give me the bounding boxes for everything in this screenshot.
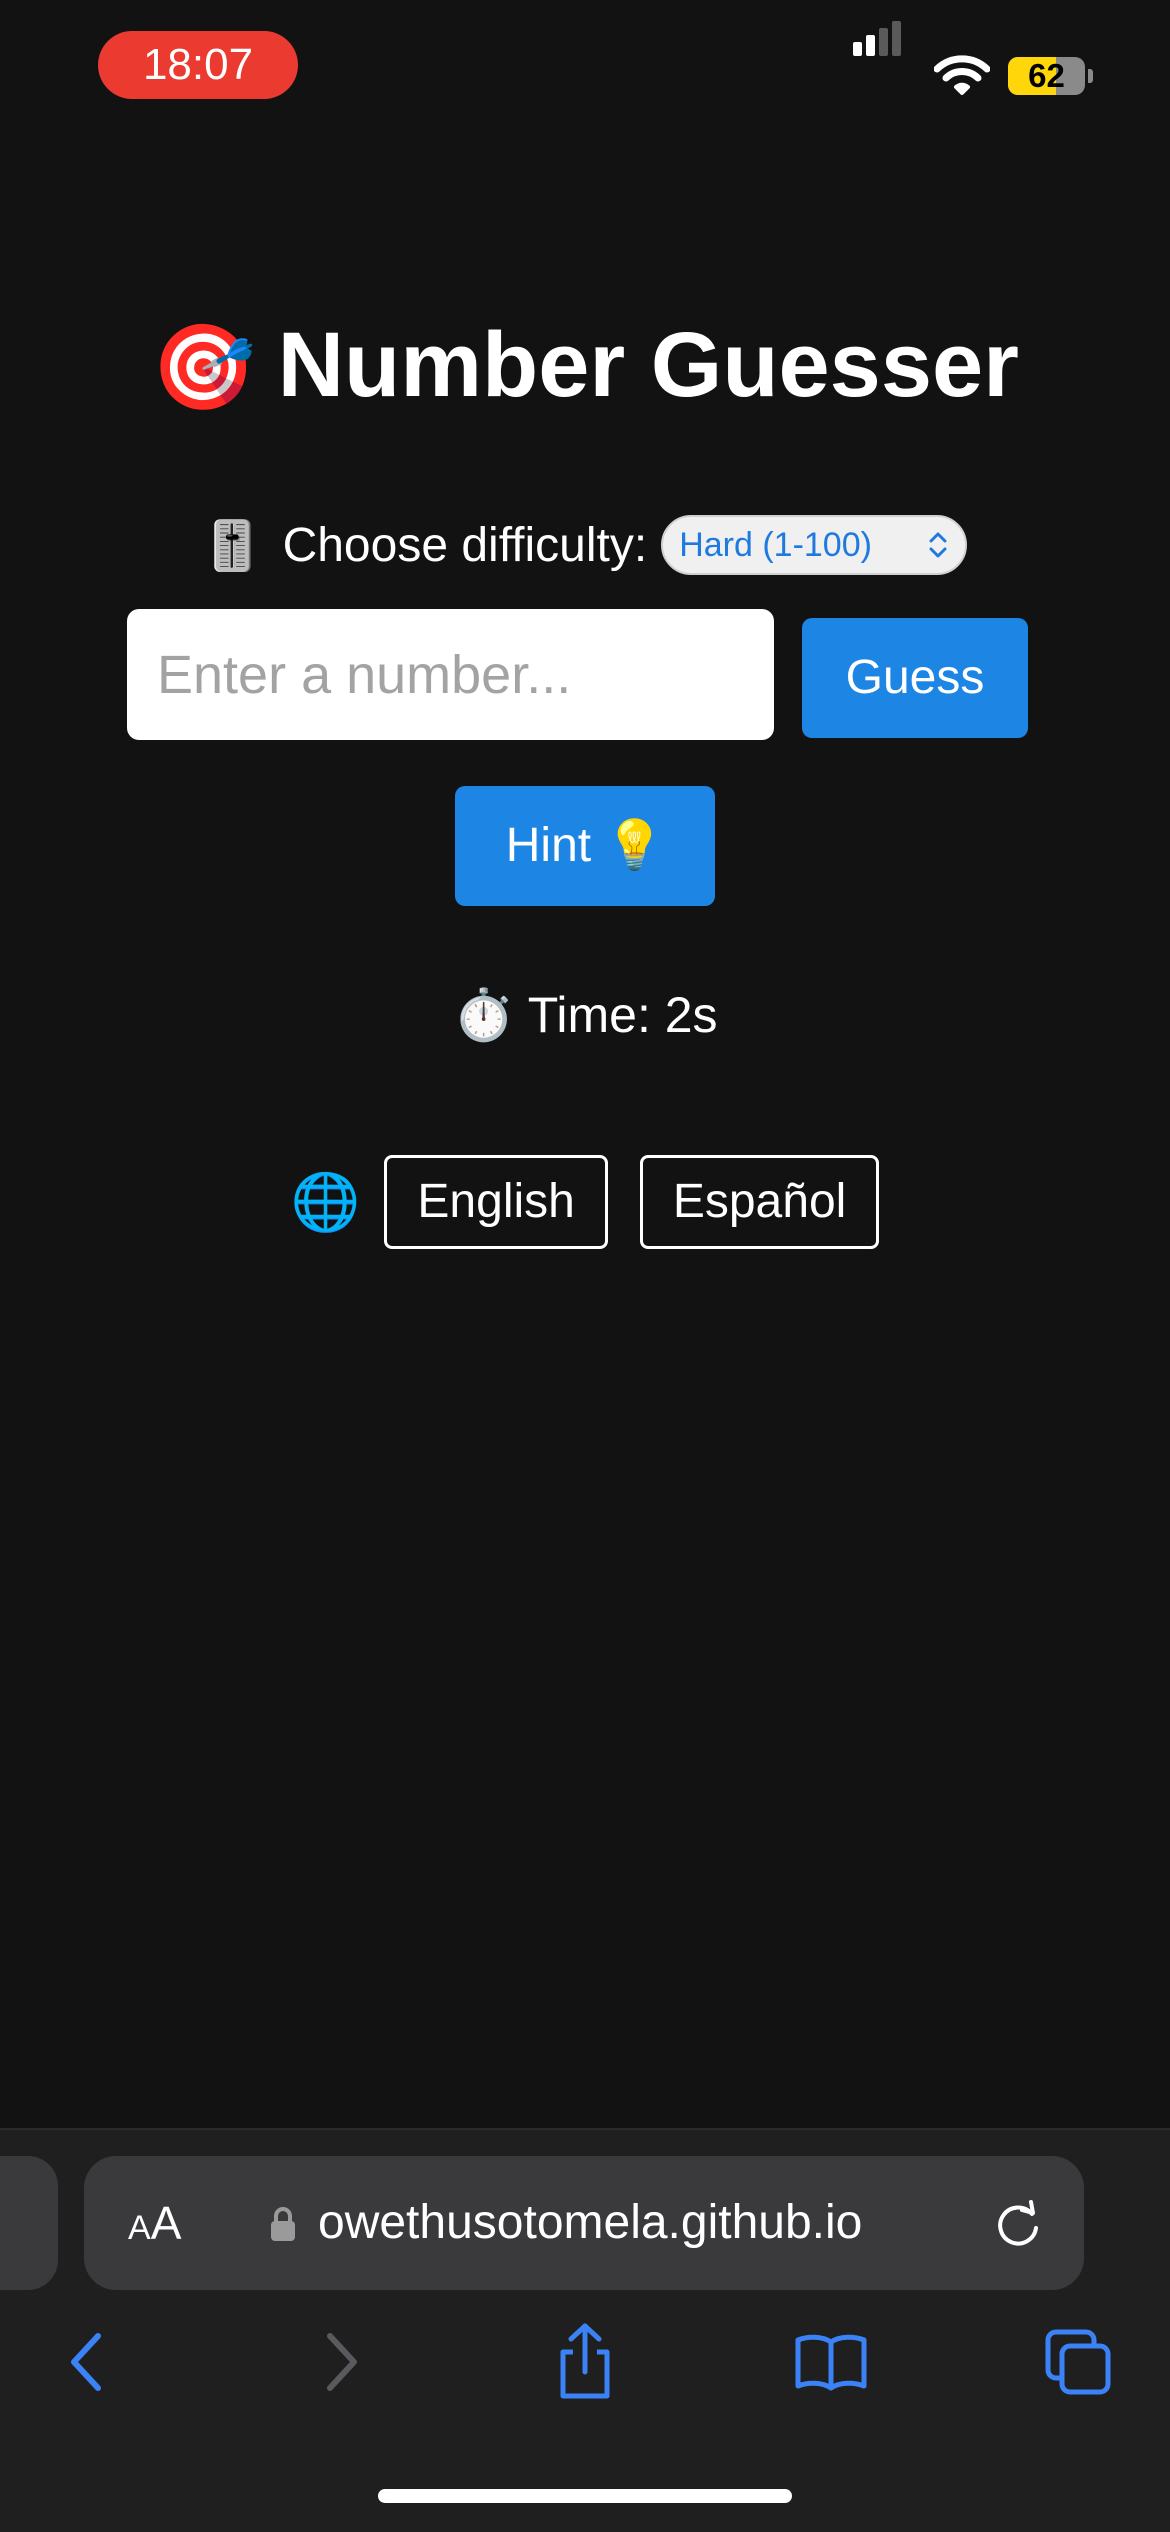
lock-icon <box>271 2207 295 2241</box>
status-bar: 18:07 62 <box>0 0 1170 130</box>
screen: 18:07 62 🎯 Number Guesser 🎚️ Choose diffi… <box>0 0 1170 2532</box>
difficulty-selected-value: Hard (1-100) <box>679 525 872 564</box>
language-switcher: 🌐 English Español <box>0 1154 1170 1250</box>
tabs-icon[interactable] <box>1044 2328 1114 2398</box>
guess-button[interactable]: Guess <box>802 618 1028 738</box>
battery-percentage: 62 <box>1028 57 1065 94</box>
bookmarks-icon[interactable] <box>794 2332 868 2392</box>
language-english-button[interactable]: English <box>384 1155 608 1249</box>
difficulty-row: 🎚️ Choose difficulty: Hard (1-100) <box>0 510 1170 580</box>
target-icon: 🎯 <box>151 320 256 414</box>
page-title: 🎯 Number Guesser <box>0 300 1170 432</box>
home-indicator <box>378 2489 792 2503</box>
forward-icon[interactable] <box>318 2330 362 2394</box>
globe-icon: 🌐 <box>290 1170 361 1233</box>
timer-display: ⏱️ Time: 2s <box>452 987 718 1043</box>
battery-icon: 62 <box>1008 57 1085 95</box>
battery-nub <box>1088 69 1093 83</box>
text-size-button[interactable]: AA <box>128 2156 181 2290</box>
number-input[interactable] <box>127 609 774 740</box>
language-espanol-button[interactable]: Español <box>639 1155 880 1249</box>
difficulty-select[interactable]: Hard (1-100) <box>661 515 968 575</box>
slider-icon: 🎚️ <box>202 519 263 573</box>
url-text[interactable]: owethusotomela.github.io <box>318 2156 862 2290</box>
hint-button[interactable]: Hint 💡 <box>455 786 715 906</box>
title-text: Number Guesser <box>277 314 1019 416</box>
difficulty-label: Choose difficulty: <box>282 518 648 572</box>
browser-toolbar: AA owethusotomela.github.io <box>0 2128 1170 2532</box>
address-bar[interactable]: AA owethusotomela.github.io <box>84 2156 1084 2290</box>
wifi-icon <box>934 55 990 95</box>
back-icon[interactable] <box>66 2330 110 2394</box>
share-icon[interactable] <box>553 2322 617 2402</box>
reload-icon[interactable] <box>992 2198 1044 2250</box>
previous-tab-preview[interactable] <box>0 2156 58 2290</box>
chevron-up-down-icon <box>929 532 947 558</box>
status-time[interactable]: 18:07 <box>98 31 298 99</box>
